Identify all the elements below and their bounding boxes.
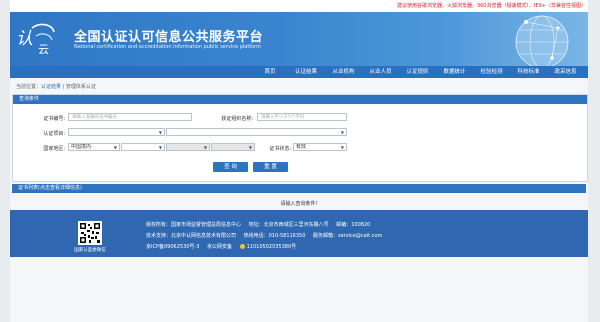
site-subtitle: National certification and accreditation… <box>74 44 261 50</box>
chevron-down-icon: ▼ <box>158 130 162 135</box>
org-name-input[interactable]: 请输入不少于5个字符 <box>257 113 347 121</box>
region-country-value: 中国境内 <box>71 144 92 150</box>
header-banner: 认 云 全国认证认可信息公共服务平台 National certificatio… <box>10 12 588 66</box>
org-name-label: 获证组织名称: <box>221 116 253 122</box>
footer-icp[interactable]: 京ICP备09062530号-3 <box>146 244 199 250</box>
results-header-title: 证书列表(点击查看详细信息) <box>18 185 82 191</box>
breadcrumb-separator: | <box>62 84 65 90</box>
page: 建议使用谷歌浏览器、火狐浏览器、360浏览器（极速模式）、IE9+（非兼容性视图… <box>10 0 588 322</box>
breadcrumb-prefix: 当前位置： <box>16 84 42 90</box>
nav-item-home[interactable]: 首页 <box>253 66 287 78</box>
footer-email[interactable]: 服务邮箱：service@cait.com <box>313 233 382 239</box>
breadcrumb-link[interactable]: 认证结果 <box>41 84 61 90</box>
search-panel: 查询条件 证书编号: 请输入准确的证书编号 获证组织名称: 请输入不少于5个字符… <box>12 94 588 182</box>
police-badge-icon <box>239 244 245 249</box>
status-select[interactable]: 有效 ▼ <box>293 143 347 151</box>
chevron-down-icon: ▼ <box>203 145 207 150</box>
footer-hotline: 热线电话：010-58116350 <box>243 233 306 239</box>
footer-police-number[interactable]: 11010502035380号 <box>247 244 297 250</box>
region-label: 国家地区: <box>43 146 65 152</box>
svg-text:云: 云 <box>38 43 49 56</box>
nav-item-standards[interactable]: 科技标准 <box>510 66 547 78</box>
nav-item-agencies[interactable]: 从业机构 <box>325 66 362 78</box>
breadcrumb: 当前位置：认证结果 | 管理体系认证 <box>16 83 96 90</box>
region-province-select[interactable]: ▼ <box>121 143 165 151</box>
search-panel-header: 查询条件 <box>13 95 587 104</box>
nav-item-statistics[interactable]: 数据统计 <box>436 66 473 78</box>
browser-notice-text: 建议使用谷歌浏览器、火狐浏览器、360浏览器（极速模式）、IE9+（非兼容性视图… <box>396 3 586 9</box>
chevron-down-icon: ▼ <box>340 130 344 135</box>
status-label: 证书状态: <box>269 146 291 152</box>
chevron-down-icon: ▼ <box>113 145 117 150</box>
breadcrumb-current: 管理体系认证 <box>65 84 96 90</box>
footer-copyright: 版权所有：国家市场监督管理总局信息中心 <box>146 222 242 228</box>
region-city-select[interactable]: ▼ <box>166 143 210 151</box>
nav-item-personnel[interactable]: 从业人员 <box>362 66 399 78</box>
nav-item-testing[interactable]: 检验检测 <box>473 66 510 78</box>
project-label: 认证项目: <box>43 131 65 137</box>
footer-postcode: 邮编：100820 <box>336 222 371 228</box>
region-district-select[interactable]: ▼ <box>211 143 255 151</box>
main-nav: 首页 认证结果 从业机构 从业人员 认证规则 数据统计 检验检测 科技标准 政采… <box>10 66 588 78</box>
nav-item-cert-rules[interactable]: 认证规则 <box>399 66 436 78</box>
footer-line-2: 技术支持：北京中认网信息技术有限公司 热线电话：010-58116350 服务邮… <box>146 232 388 239</box>
site-title: 全国认证认可信息公共服务平台 <box>74 30 264 45</box>
globe-graphic-icon <box>515 15 569 66</box>
reset-button[interactable]: 重 置 <box>253 162 288 172</box>
nav-item-cert-results[interactable]: 认证结果 <box>287 66 325 78</box>
query-button[interactable]: 查 询 <box>213 162 248 172</box>
footer-line-1: 版权所有：国家市场监督管理总局信息中心 地址：北京市西城区三里河东路八号 邮编：… <box>146 221 376 228</box>
results-header: 证书列表(点击查看详细信息) <box>12 184 586 193</box>
chevron-down-icon: ▼ <box>340 145 344 150</box>
project-select-primary[interactable]: ▼ <box>68 128 165 136</box>
footer: 国家认监委微信 版权所有：国家市场监督管理总局信息中心 地址：北京市西城区三里河… <box>10 210 588 257</box>
footer-line-3: 京ICP备09062530号-3 京公网安备 11010502035380号 <box>146 243 302 250</box>
browser-notice-bar: 建议使用谷歌浏览器、火狐浏览器、360浏览器（极速模式）、IE9+（非兼容性视图… <box>10 0 588 12</box>
cert-no-input[interactable]: 请输入准确的证书编号 <box>68 113 192 121</box>
chevron-down-icon: ▼ <box>248 145 252 150</box>
status-value: 有效 <box>296 144 307 150</box>
results-empty-hint: 请输入查询条件! <box>280 201 318 207</box>
nav-item-procurement[interactable]: 政采信息 <box>547 66 584 78</box>
qr-caption: 国家认监委微信 <box>74 248 106 253</box>
footer-tech-support: 技术支持：北京中认网信息技术有限公司 <box>146 233 237 239</box>
project-select-secondary[interactable]: ▼ <box>166 128 347 136</box>
site-logo[interactable]: 认 云 <box>14 20 62 56</box>
footer-police-label[interactable]: 京公网安备 <box>207 244 232 250</box>
search-panel-title: 查询条件 <box>19 96 40 102</box>
svg-text:认: 认 <box>16 29 33 49</box>
cert-no-label: 证书编号: <box>43 116 65 122</box>
wechat-qr-code-icon <box>78 221 102 245</box>
region-country-select[interactable]: 中国境内 ▼ <box>68 143 120 151</box>
footer-address: 地址：北京市西城区三里河东路八号 <box>248 222 329 228</box>
chevron-down-icon: ▼ <box>158 145 162 150</box>
